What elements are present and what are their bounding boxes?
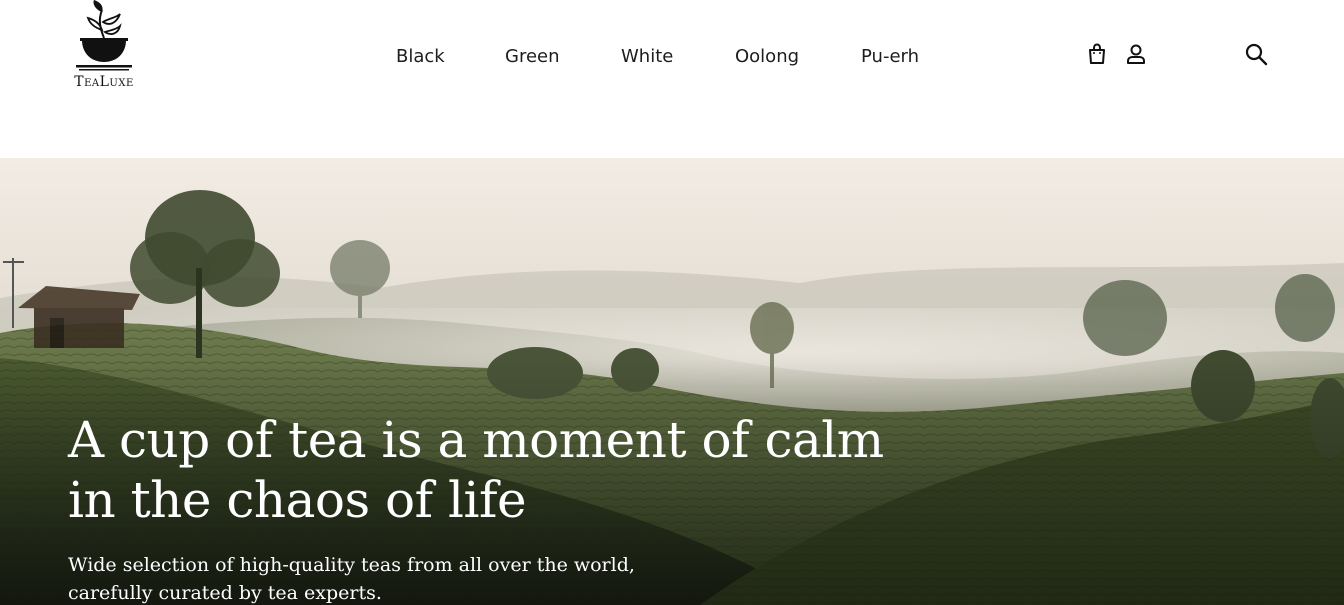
user-icon <box>1127 44 1145 64</box>
hero-title-line-2: in the chaos of life <box>68 471 527 529</box>
nav-item-white[interactable]: White <box>621 46 673 67</box>
hero-title-line-1: A cup of tea is a moment of calm <box>68 411 884 469</box>
brand-logo[interactable]: TeaLuxe <box>66 0 140 96</box>
nav-item-black[interactable]: Black <box>396 46 445 67</box>
nav-item-green[interactable]: Green <box>505 46 560 67</box>
site-header: TeaLuxe Black Green White Oolong Pu-erh <box>0 0 1344 158</box>
shopping-bag-icon <box>1089 43 1105 64</box>
hero-subtitle-line-2: carefully curated by tea experts. <box>68 582 382 604</box>
hero-section: A cup of tea is a moment of calm in the … <box>0 158 1344 605</box>
cart-button[interactable] <box>1085 42 1109 66</box>
brand-name: TeaLuxe <box>74 74 134 90</box>
hero-title: A cup of tea is a moment of calm in the … <box>68 410 888 530</box>
tea-plantation-image <box>0 158 1344 605</box>
teacup-leaf-icon <box>76 0 132 71</box>
search-icon <box>1245 43 1268 66</box>
page: TeaLuxe Black Green White Oolong Pu-erh <box>0 0 1344 605</box>
nav-item-oolong[interactable]: Oolong <box>735 46 799 67</box>
search-button[interactable] <box>1244 42 1268 66</box>
hero-subtitle: Wide selection of high-quality teas from… <box>68 551 668 605</box>
account-button[interactable] <box>1124 42 1148 66</box>
nav-item-pu-erh[interactable]: Pu-erh <box>861 46 919 67</box>
hero-subtitle-line-1: Wide selection of high-quality teas from… <box>68 554 635 576</box>
